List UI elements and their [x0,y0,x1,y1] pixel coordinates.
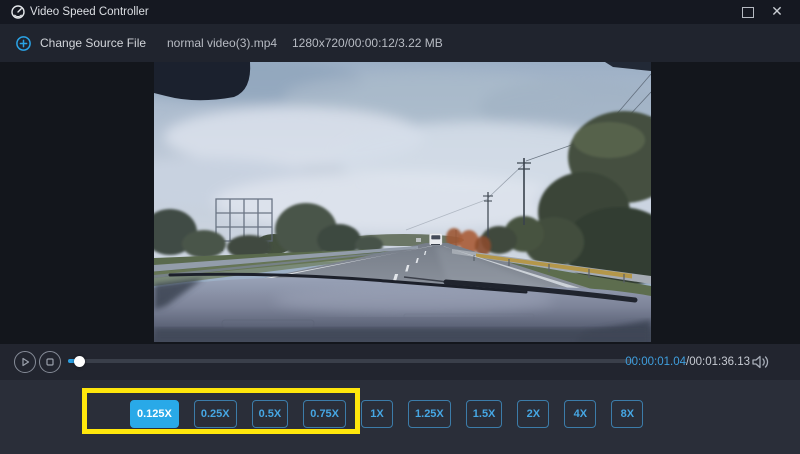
current-filename: normal video(3).mp4 [167,24,277,62]
speed-button-125x[interactable]: 1.25X [408,400,451,428]
transport-controls: 00:00:01.04/00:01:36.13 [0,344,800,380]
titlebar: Video Speed Controller ✕ [0,0,800,24]
window-title: Video Speed Controller [30,0,149,24]
duration: 00:01:36.13 [689,356,750,368]
maximize-button[interactable] [742,7,754,18]
change-source-label: Change Source File [40,36,146,50]
speed-buttons-group: 0.125X 0.25X 0.5X 0.75X 1X 1.25X 1.5X 2X… [130,400,643,428]
speed-button-2x[interactable]: 2X [517,400,549,428]
seek-thumb[interactable] [74,356,85,367]
plus-circle-icon [16,36,31,51]
time-display: 00:00:01.04/00:01:36.13 [625,344,750,380]
speed-button-0125x[interactable]: 0.125X [130,400,179,428]
toolbar: Change Source File normal video(3).mp4 1… [0,24,800,62]
speed-button-1x[interactable]: 1X [361,400,393,428]
stop-button[interactable] [39,351,61,373]
video-player-area [0,62,800,344]
speed-button-15x[interactable]: 1.5X [466,400,503,428]
video-frame[interactable] [154,62,651,342]
file-info: 1280x720/00:00:12/3.22 MB [292,24,443,62]
close-button[interactable]: ✕ [767,0,787,24]
speed-panel: 0.125X 0.25X 0.5X 0.75X 1X 1.25X 1.5X 2X… [0,380,800,454]
speed-button-4x[interactable]: 4X [564,400,596,428]
speaker-icon[interactable] [752,354,772,370]
speed-button-8x[interactable]: 8X [611,400,643,428]
speed-button-075x[interactable]: 0.75X [303,400,346,428]
change-source-button[interactable]: Change Source File [16,24,146,62]
play-button[interactable] [14,351,36,373]
seek-slider[interactable] [68,359,633,363]
speedometer-icon [11,5,25,19]
app-window: Video Speed Controller ✕ Change Source F… [0,0,800,454]
speed-button-05x[interactable]: 0.5X [252,400,289,428]
speed-button-025x[interactable]: 0.25X [194,400,237,428]
current-time: 00:00:01.04 [625,356,686,368]
